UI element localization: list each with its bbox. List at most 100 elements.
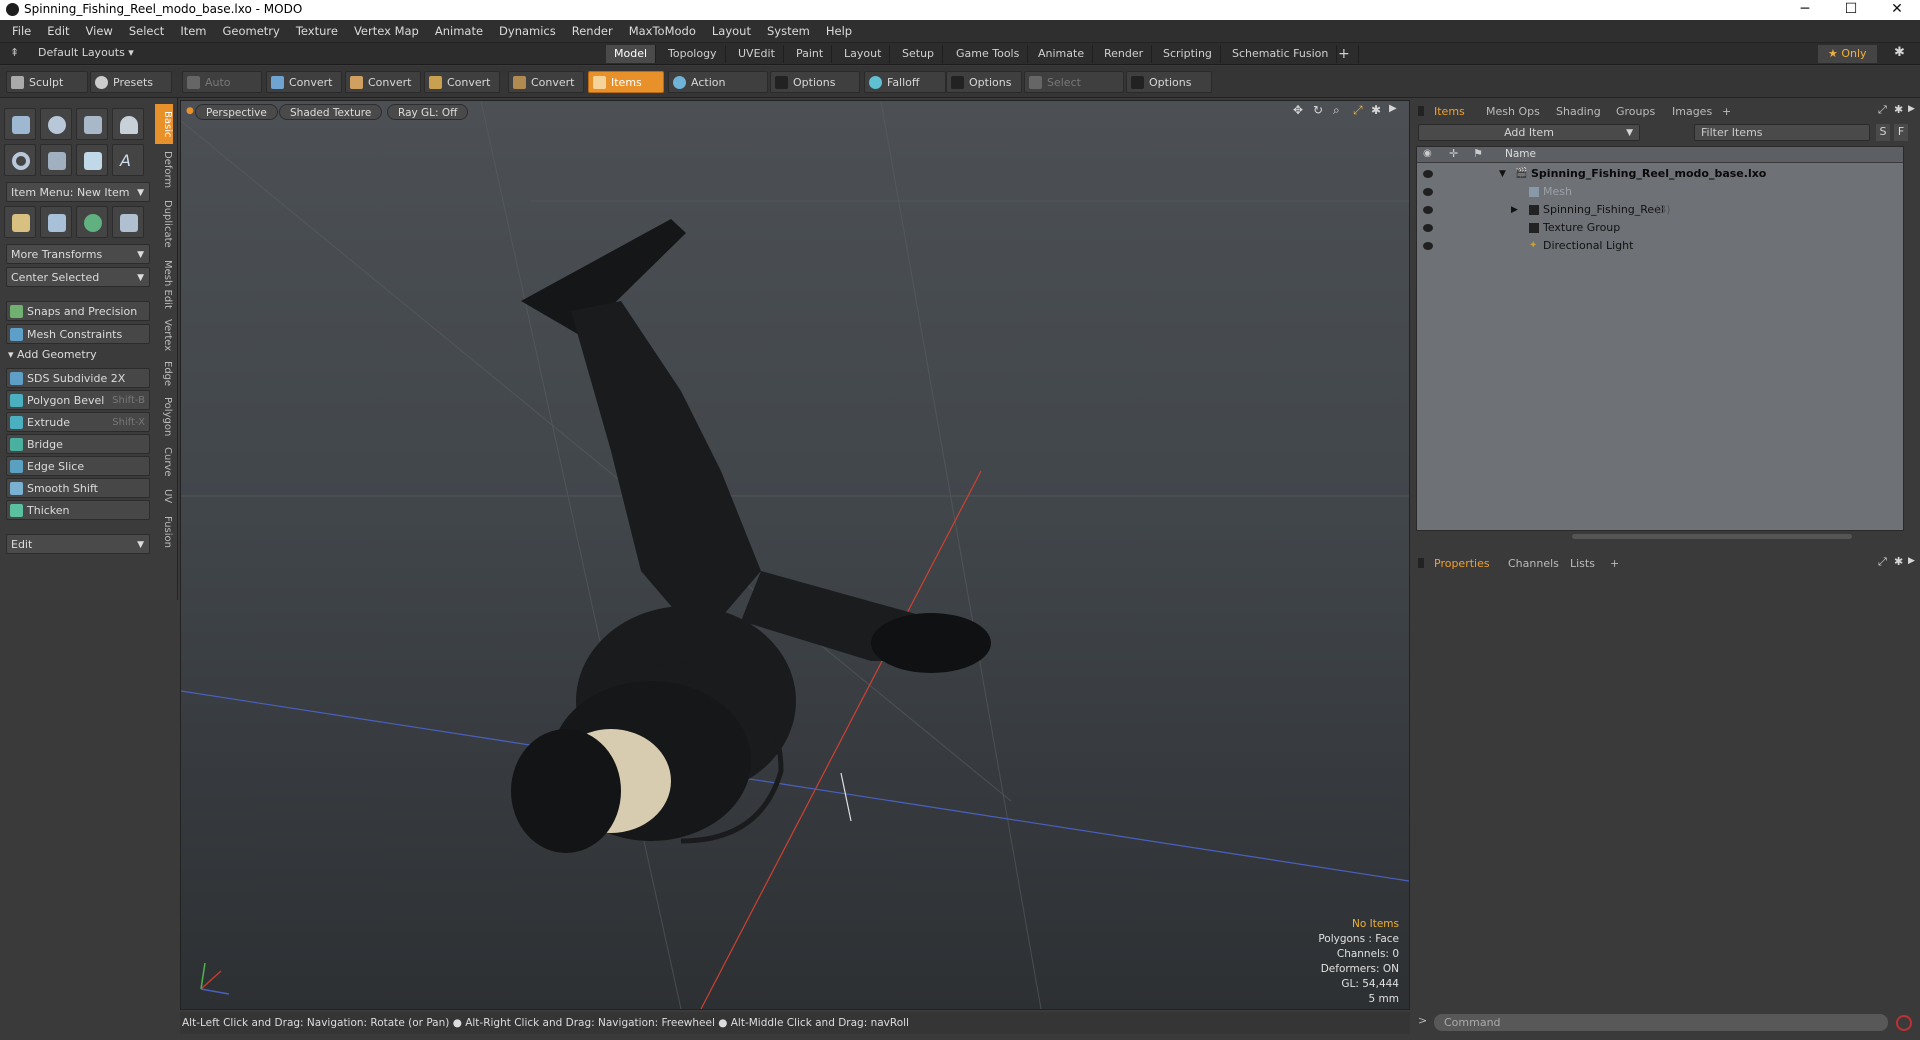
menu-texture[interactable]: Texture: [288, 20, 346, 43]
eye-icon[interactable]: [1423, 242, 1433, 250]
tab-channels[interactable]: Channels: [1502, 555, 1565, 573]
eye-icon[interactable]: [1423, 188, 1433, 196]
smooth-shift-button[interactable]: Smooth Shift: [6, 478, 150, 498]
tab-layout[interactable]: Layout: [836, 45, 891, 63]
default-layouts-dropdown[interactable]: Default Layouts ▾: [38, 46, 134, 59]
polygon-bevel-button[interactable]: Polygon Bevel Shift-B: [6, 390, 150, 410]
auto-select-button[interactable]: Auto Select: [182, 71, 262, 111]
add-geometry-header[interactable]: ▾ Add Geometry: [8, 348, 97, 361]
vtab-basic[interactable]: Basic: [155, 104, 173, 144]
eye-icon[interactable]: [1423, 170, 1433, 178]
pyramid-icon[interactable]: [112, 206, 144, 238]
tab-setup[interactable]: Setup: [894, 45, 944, 63]
tab-images[interactable]: Images: [1666, 103, 1718, 121]
tab-uvedit[interactable]: UVEdit: [730, 45, 784, 63]
menu-dynamics[interactable]: Dynamics: [491, 20, 564, 43]
falloff-options-button[interactable]: Options: [946, 71, 1022, 93]
tab-render[interactable]: Render: [1096, 45, 1153, 63]
vtab-duplicate[interactable]: Duplicate: [155, 196, 173, 252]
vtab-deform[interactable]: Deform: [155, 148, 173, 192]
item-row-scene[interactable]: ▼ 🎬 Spinning_Fishing_Reel_modo_base.lxo: [1417, 165, 1903, 183]
torus-icon[interactable]: [4, 144, 36, 176]
sculpt-button[interactable]: Sculpt: [6, 71, 88, 93]
name-column-header[interactable]: Name: [1505, 148, 1536, 160]
extrude-button[interactable]: Extrude Shift-X: [6, 412, 150, 432]
tab-items[interactable]: Items: [1428, 103, 1471, 121]
only-toggle[interactable]: ★ Only: [1818, 45, 1877, 63]
vtab-mesh-edit[interactable]: Mesh Edit: [155, 256, 173, 312]
panel-expand-icon[interactable]: ⤢: [1878, 555, 1887, 569]
vtab-vertex[interactable]: Vertex: [155, 316, 173, 354]
vtab-edge[interactable]: Edge: [155, 358, 173, 390]
cone-icon[interactable]: [112, 108, 144, 140]
menu-file[interactable]: File: [0, 20, 39, 43]
add-panel-tab-button[interactable]: +: [1716, 103, 1737, 121]
grid-icon[interactable]: [40, 206, 72, 238]
tab-model[interactable]: Model: [606, 45, 657, 63]
center-selected-dropdown[interactable]: Center Selected ▼: [6, 267, 150, 287]
tab-schematic-fusion[interactable]: Schematic Fusion: [1224, 45, 1338, 63]
panel-expand-icon[interactable]: ⤢: [1878, 103, 1887, 117]
eye-icon[interactable]: [1423, 206, 1433, 214]
command-input[interactable]: Command: [1434, 1014, 1888, 1031]
panel-settings-icon[interactable]: ✱: [1894, 103, 1903, 116]
pen-icon[interactable]: [76, 144, 108, 176]
edit-dropdown[interactable]: Edit ▼: [6, 534, 150, 554]
item-row-reel[interactable]: ▶ Spinning_Fishing_Reel (3): [1417, 201, 1903, 219]
expand-arrow-icon[interactable]: ▶: [1511, 201, 1518, 219]
eye-icon[interactable]: [1423, 224, 1433, 232]
add-tab-button[interactable]: +: [1330, 45, 1359, 63]
menu-geometry[interactable]: Geometry: [215, 20, 288, 43]
vtab-polygon[interactable]: Polygon: [155, 394, 173, 440]
add-item-dropdown[interactable]: Add Item ▼: [1418, 124, 1640, 141]
filter-f-button[interactable]: F: [1894, 124, 1908, 141]
transform-icon[interactable]: [4, 206, 36, 238]
tab-lists[interactable]: Lists: [1564, 555, 1601, 573]
vtab-uv[interactable]: UV: [155, 484, 173, 508]
menu-item[interactable]: Item: [172, 20, 214, 43]
filter-items-input[interactable]: Filter Items: [1694, 124, 1870, 141]
globe-icon[interactable]: [76, 206, 108, 238]
3d-viewport[interactable]: ● Perspective Shaded Texture Ray GL: Off…: [180, 100, 1410, 1010]
select-through-button[interactable]: Select Through: [1024, 71, 1124, 111]
layout-pin-icon[interactable]: ⇞: [10, 46, 19, 59]
menu-edit[interactable]: Edit: [39, 20, 77, 43]
items-mode-button[interactable]: Items: [588, 71, 664, 93]
menu-system[interactable]: System: [759, 20, 818, 43]
presets-button[interactable]: Presets F6: [90, 71, 172, 111]
tab-animate[interactable]: Animate: [1030, 45, 1094, 63]
vtab-fusion[interactable]: Fusion: [155, 512, 173, 552]
convert-vertices-button[interactable]: Convert: [266, 71, 342, 93]
sds-subdivide-button[interactable]: SDS Subdivide 2X: [6, 368, 150, 388]
item-row-mesh[interactable]: Mesh: [1417, 183, 1903, 201]
item-menu-dropdown[interactable]: Item Menu: New Item ▼: [6, 182, 150, 202]
tab-scripting[interactable]: Scripting: [1155, 45, 1221, 63]
menu-animate[interactable]: Animate: [427, 20, 491, 43]
cylinder-icon[interactable]: [76, 108, 108, 140]
text-icon[interactable]: A: [112, 144, 144, 176]
more-transforms-dropdown[interactable]: More Transforms ▼: [6, 244, 150, 264]
menu-help[interactable]: Help: [818, 20, 860, 43]
menu-view[interactable]: View: [78, 20, 121, 43]
record-macro-icon[interactable]: [1896, 1015, 1912, 1031]
mesh-constraints-button[interactable]: Mesh Constraints: [6, 324, 150, 344]
minimize-icon[interactable]: ─: [1782, 0, 1828, 20]
menu-select[interactable]: Select: [121, 20, 172, 43]
close-icon[interactable]: ✕: [1874, 0, 1920, 20]
item-row-directional-light[interactable]: ✦ Directional Light: [1417, 237, 1903, 255]
tab-paint[interactable]: Paint: [788, 45, 833, 63]
tab-properties[interactable]: Properties: [1428, 555, 1496, 573]
sphere-icon[interactable]: [40, 108, 72, 140]
thicken-button[interactable]: Thicken: [6, 500, 150, 520]
item-list-horizontal-scrollbar[interactable]: [1572, 534, 1852, 539]
bridge-button[interactable]: Bridge: [6, 434, 150, 454]
tab-shading[interactable]: Shading: [1550, 103, 1607, 121]
menu-maxtomodo[interactable]: MaxToModo: [621, 20, 704, 43]
cube-icon[interactable]: [4, 108, 36, 140]
falloff-button[interactable]: Falloff: [864, 71, 946, 93]
snaps-precision-button[interactable]: Snaps and Precision: [6, 301, 150, 321]
capsule-icon[interactable]: [40, 144, 72, 176]
panel-settings-icon[interactable]: ✱: [1894, 555, 1903, 568]
edge-slice-button[interactable]: Edge Slice: [6, 456, 150, 476]
select-options-button[interactable]: Options: [1126, 71, 1212, 93]
